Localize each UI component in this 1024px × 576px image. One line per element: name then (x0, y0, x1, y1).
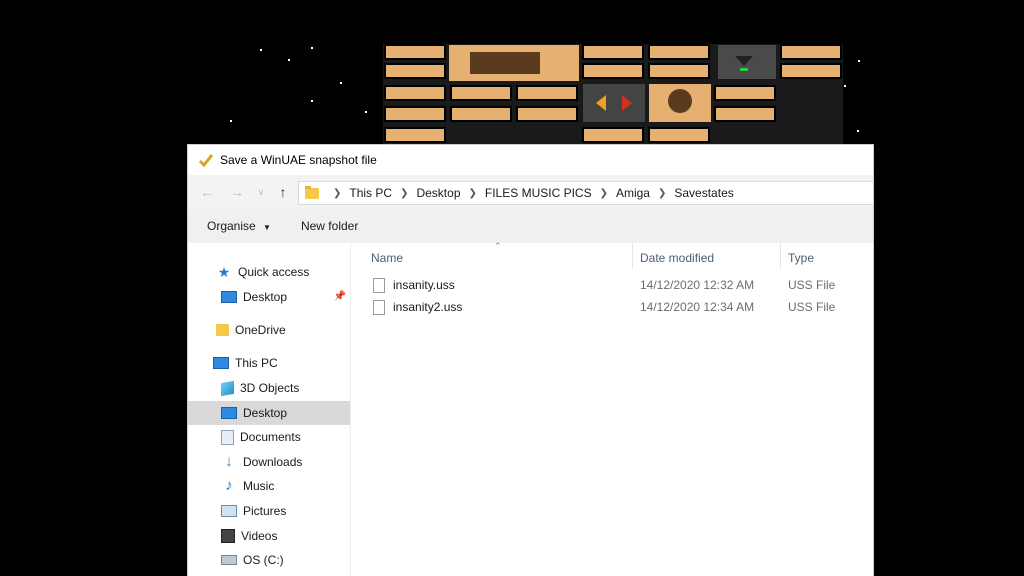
column-divider[interactable] (632, 243, 633, 269)
sidebar-item-videos[interactable]: Videos (188, 524, 350, 548)
sidebar-item-desktop[interactable]: Desktop (188, 401, 350, 425)
sidebar-item-desktop-pinned[interactable]: Desktop 📌 (188, 285, 350, 309)
cube-icon (221, 380, 234, 396)
file-name: insanity.uss (393, 278, 455, 292)
file-type: USS File (788, 300, 836, 314)
breadcrumb-item-desktop[interactable]: Desktop (416, 186, 460, 200)
document-icon (221, 429, 234, 445)
sidebar-item-label: Videos (241, 529, 278, 543)
music-icon: ♪ (225, 477, 233, 494)
sidebar-item-downloads[interactable]: ↓ Downloads (188, 450, 350, 474)
breadcrumb-item-files-music-pics[interactable]: FILES MUSIC PICS (485, 186, 592, 200)
sidebar-item-quick-access[interactable]: ★ Quick access (188, 260, 350, 284)
file-name-cell: insanity.uss (373, 274, 455, 296)
folder-icon (305, 185, 319, 199)
sidebar-item-pictures[interactable]: Pictures (188, 499, 350, 523)
download-icon: ↓ (225, 453, 233, 470)
column-header-type[interactable]: Type (788, 243, 868, 273)
sidebar-item-label: This PC (235, 356, 278, 370)
sidebar-item-label: OneDrive (235, 323, 286, 337)
sidebar-item-label: Documents (240, 430, 301, 444)
file-list: ⌃ Name Date modified Type insanity.uss 1… (351, 241, 873, 576)
breadcrumb-item-savestates[interactable]: Savestates (674, 186, 733, 200)
caret-down-icon: ▼ (263, 223, 271, 232)
sidebar-item-label: Quick access (238, 265, 310, 279)
pictures-icon (221, 505, 237, 517)
command-bar: Organise ▼ New folder (188, 209, 873, 243)
sidebar-item-this-pc[interactable]: This PC (188, 351, 350, 375)
game-scene (230, 44, 860, 145)
checkmark-icon (198, 154, 214, 168)
file-row[interactable]: insanity2.uss 14/12/2020 12:34 AM USS Fi… (351, 296, 873, 318)
arrow-left-icon[interactable]: ← (198, 183, 216, 201)
drive-icon (221, 555, 237, 565)
arrow-up-icon[interactable]: ↑ (274, 183, 292, 201)
chevron-down-icon[interactable]: ∨ (252, 183, 270, 201)
file-date: 14/12/2020 12:34 AM (640, 300, 755, 314)
desktop-icon (221, 407, 237, 419)
breadcrumb[interactable]: ❯ This PC ❯ Desktop ❯ FILES MUSIC PICS ❯… (298, 181, 873, 205)
title-bar: Save a WinUAE snapshot file (188, 145, 873, 175)
file-icon (373, 277, 385, 293)
sidebar-item-os-c[interactable]: OS (C:) (188, 548, 350, 572)
column-header-date-modified[interactable]: Date modified (640, 243, 780, 273)
sidebar-item-label: 3D Objects (240, 381, 300, 395)
chevron-right-icon[interactable]: ❯ (400, 188, 408, 199)
sidebar-item-label: Pictures (243, 504, 287, 518)
column-divider[interactable] (780, 243, 781, 269)
sidebar-item-documents[interactable]: Documents (188, 425, 350, 449)
sidebar-item-label: Downloads (243, 455, 303, 469)
file-name-cell: insanity2.uss (373, 296, 462, 318)
chevron-right-icon[interactable]: ❯ (600, 188, 608, 199)
sidebar-item-label: Desktop (243, 406, 288, 420)
sidebar-item-music[interactable]: ♪ Music (188, 474, 350, 498)
brick-wall (383, 44, 843, 145)
desktop-icon (221, 291, 237, 303)
sidebar-item-3d-objects[interactable]: 3D Objects (188, 376, 350, 400)
monitor-icon (213, 357, 229, 369)
dialog-title: Save a WinUAE snapshot file (220, 153, 377, 167)
star-icon: ★ (217, 264, 231, 280)
organise-button[interactable]: Organise ▼ (188, 219, 281, 233)
arrow-right-icon[interactable]: → (228, 183, 246, 201)
address-bar: ← → ∨ ↑ ❯ This PC ❯ Desktop ❯ FILES MUSI… (188, 175, 873, 209)
chevron-right-icon[interactable]: ❯ (469, 188, 477, 199)
sidebar-item-label: Desktop (243, 290, 288, 304)
navigation-pane: ★ Quick access Desktop 📌 OneDrive This P… (188, 243, 351, 576)
video-icon (221, 529, 235, 543)
breadcrumb-item-this-pc[interactable]: This PC (349, 186, 392, 200)
sidebar-item-label: OS (C:) (243, 553, 284, 567)
new-folder-button[interactable]: New folder (291, 219, 368, 233)
pin-icon[interactable]: 📌 (334, 291, 346, 302)
folder-icon (216, 324, 229, 336)
chevron-right-icon[interactable]: ❯ (658, 188, 666, 199)
organise-label: Organise (207, 219, 256, 233)
chevron-right-icon[interactable]: ❯ (333, 188, 341, 199)
sidebar-item-label: Music (243, 479, 275, 493)
column-header-name[interactable]: Name (371, 243, 611, 273)
file-type: USS File (788, 278, 836, 292)
game-background (0, 0, 1024, 145)
file-date: 14/12/2020 12:32 AM (640, 278, 755, 292)
file-name: insanity2.uss (393, 300, 463, 314)
sidebar-item-onedrive[interactable]: OneDrive (188, 318, 350, 342)
save-dialog: Save a WinUAE snapshot file ← → ∨ ↑ ❯ Th… (188, 145, 873, 576)
breadcrumb-item-amiga[interactable]: Amiga (616, 186, 650, 200)
file-icon (373, 299, 385, 315)
file-row[interactable]: insanity.uss 14/12/2020 12:32 AM USS Fil… (351, 274, 873, 296)
